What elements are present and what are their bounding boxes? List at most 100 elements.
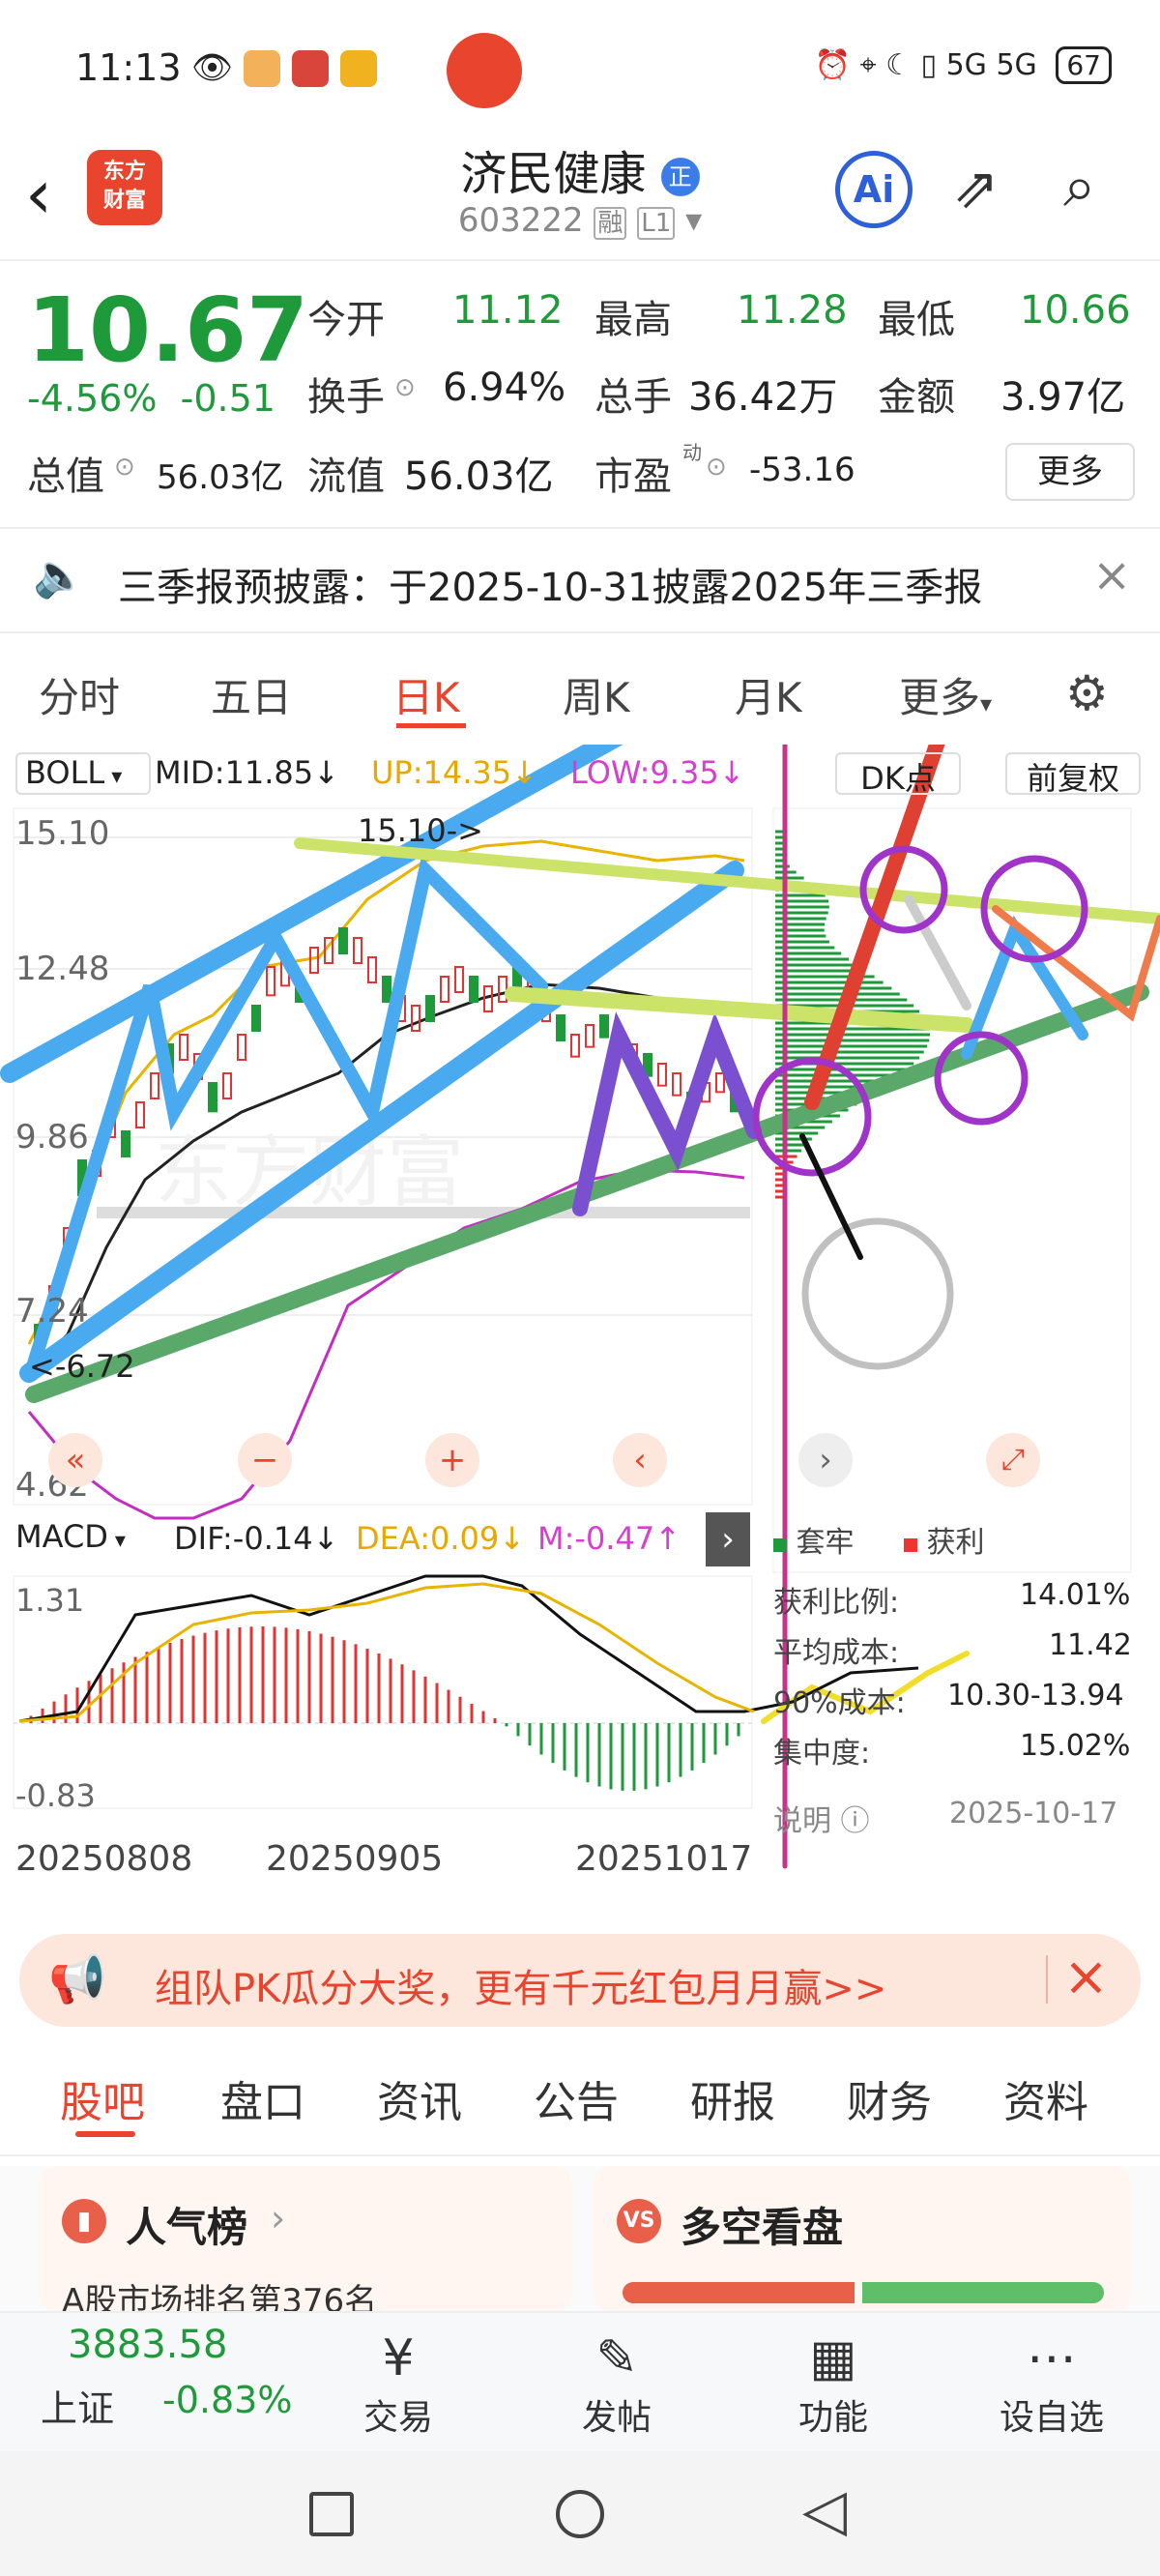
yaxis-label: 7.24 — [15, 1292, 89, 1331]
tab-news[interactable]: 资讯 — [377, 2067, 462, 2129]
info-icon: ⊙ — [706, 453, 727, 482]
vibrate-icon: ▯ — [920, 48, 938, 82]
info-icon: ⓘ — [840, 1804, 870, 1838]
status-time: 11:13 — [75, 46, 182, 89]
tab-finance[interactable]: 财务 — [847, 2067, 932, 2129]
last-price: 10.67 — [27, 278, 309, 382]
add-watchlist-button[interactable]: ⋯ 设自选 — [984, 2327, 1119, 2440]
index-ticker[interactable]: 3883.58 上证 -0.83% — [29, 2323, 319, 2439]
tab-pankou[interactable]: 盘口 — [220, 2067, 305, 2129]
float-label: 流值 — [307, 454, 385, 499]
boll-selector[interactable]: BOLL ▾ — [15, 752, 151, 795]
ai-button[interactable]: Ai — [835, 151, 913, 228]
promo-banner[interactable]: 📢 组队PK瓜分大奖，更有千元红包月月赢>> × — [19, 1934, 1141, 2027]
chip-date: 2025-10-17 — [949, 1797, 1118, 1830]
dropdown-icon: ▾ — [104, 765, 123, 789]
candle — [599, 1014, 609, 1039]
scroll-left-icon[interactable]: ‹ — [613, 1433, 667, 1487]
notification-icon — [244, 50, 280, 87]
add-watchlist-label: 设自选 — [999, 2398, 1104, 2438]
chip-value: 14.01% — [1020, 1578, 1131, 1612]
scroll-left-fast-icon[interactable]: « — [48, 1433, 102, 1487]
boll-low-value: LOW:9.35↓ — [570, 754, 745, 791]
rong-badge: 融 — [594, 207, 627, 240]
index-value: 3883.58 — [68, 2323, 228, 2367]
high-label: 最高 — [594, 298, 672, 342]
scroll-right-icon[interactable]: › — [798, 1433, 853, 1487]
stock-code-text: 603222 — [457, 201, 584, 240]
tab-announcements[interactable]: 公告 — [534, 2067, 619, 2129]
fullscreen-icon[interactable]: ⤢ — [986, 1433, 1040, 1487]
info-icon: ⊙ — [394, 373, 416, 402]
dk-point-button[interactable]: DK点 — [835, 752, 961, 797]
bull-bear-card[interactable]: VS 多空看盘 — [594, 2166, 1131, 2311]
quote-panel: 10.67 -4.56% -0.51 今开 11.12 最高 11.28 最低 … — [0, 271, 1160, 512]
tab-guba[interactable]: 股吧 — [60, 2067, 145, 2129]
signal-icon: 5G 5G — [945, 48, 1037, 82]
trap-swatch — [773, 1538, 787, 1552]
home-icon[interactable] — [556, 2490, 604, 2538]
pe-label: 市盈 — [594, 454, 672, 499]
boll-label: BOLL — [25, 754, 105, 791]
chip-note[interactable]: 说明 ⓘ — [773, 1797, 870, 1839]
tab-monthly-k[interactable]: 月K — [735, 665, 802, 724]
collapse-panel-icon[interactable]: › — [706, 1512, 750, 1566]
zoom-out-icon[interactable]: − — [238, 1433, 292, 1487]
price-adjust-button[interactable]: 前复权 — [1005, 752, 1141, 797]
tab-profile[interactable]: 资料 — [1003, 2067, 1088, 2129]
back-nav-icon[interactable]: ◁ — [802, 2476, 847, 2544]
mcap-value: 56.03亿 — [157, 458, 284, 497]
functions-button[interactable]: ▦ 功能 — [766, 2327, 901, 2440]
tab-research[interactable]: 研报 — [690, 2067, 775, 2129]
candle — [469, 976, 478, 1003]
vs-icon: VS — [617, 2199, 661, 2243]
recents-icon[interactable] — [309, 2492, 354, 2536]
trade-label: 交易 — [362, 2398, 433, 2438]
divider — [1046, 1955, 1048, 2004]
tab-weekly-k[interactable]: 周K — [563, 665, 630, 724]
chip-value: 10.30-13.94 — [947, 1679, 1124, 1712]
status-icons: ⏰ ⌖ ☾ ▯ 5G 5G 67 — [815, 46, 1112, 84]
content-tabs: 股吧 盘口 资讯 公告 研报 财务 资料 — [0, 2050, 1160, 2156]
battery-icon: 67 — [1056, 46, 1112, 84]
zheng-badge: 正 — [660, 158, 700, 196]
more-dots-icon: ⋯ — [1027, 2329, 1077, 2387]
functions-label: 功能 — [798, 2398, 868, 2438]
mcap-label: 总值 — [27, 454, 104, 499]
candle — [338, 927, 348, 954]
post-button[interactable]: ✎ 发帖 — [549, 2327, 684, 2440]
level-badge: L1 — [637, 207, 676, 240]
active-tab-indicator — [75, 2131, 135, 2137]
more-button[interactable]: 更多 — [1005, 443, 1135, 501]
boll-mid-value: MID:11.85↓ — [155, 754, 339, 791]
macd-selector[interactable]: MACD ▾ — [15, 1518, 170, 1561]
turnover-value: 6.94% — [443, 366, 566, 410]
kline-chart-area[interactable]: 东方财富 BOLL ▾ MID:11.85↓ UP:14.35↓ LOW:9.3… — [0, 654, 1160, 1915]
trade-button[interactable]: ¥ 交易 — [331, 2327, 466, 2440]
zoom-in-icon[interactable]: + — [425, 1433, 479, 1487]
candle — [251, 1005, 261, 1032]
chip-legend-profit: 获利 — [904, 1518, 985, 1561]
system-nav-bar: ◁ — [0, 2451, 1160, 2576]
search-icon[interactable]: ⌕ — [1063, 153, 1096, 220]
popularity-card[interactable]: ▮ 人气榜 › A股市场排名第376名 — [39, 2166, 572, 2321]
index-name: 上证 — [41, 2387, 115, 2430]
macd-dea-value: DEA:0.09↓ — [356, 1520, 526, 1557]
tab-intraday[interactable]: 分时 — [39, 665, 120, 724]
tab-more[interactable]: 更多▾ — [899, 665, 992, 724]
close-icon[interactable]: × — [1063, 1946, 1109, 2008]
kline-chart-svg[interactable]: 东方财富 — [0, 654, 1160, 1915]
volume-value: 36.42万 — [688, 375, 838, 420]
dropdown-icon: ▾ — [107, 1529, 126, 1553]
chevron-right-icon: › — [271, 2197, 286, 2239]
share-icon[interactable]: ⇗ — [952, 155, 1000, 220]
tab-daily-k[interactable]: 日K — [392, 665, 460, 724]
notice-bar[interactable]: 🔈 三季报预披露：于2025-10-31披露2025年三季报 × — [0, 527, 1160, 633]
tab-5day[interactable]: 五日 — [211, 665, 292, 724]
settings-icon[interactable]: ⚙ — [1065, 665, 1109, 721]
open-label: 今开 — [307, 298, 385, 342]
close-icon[interactable]: × — [1092, 548, 1131, 602]
candle — [556, 1014, 566, 1041]
bear-bar — [862, 2282, 1104, 2303]
macd-ymin: -0.83 — [15, 1777, 96, 1814]
